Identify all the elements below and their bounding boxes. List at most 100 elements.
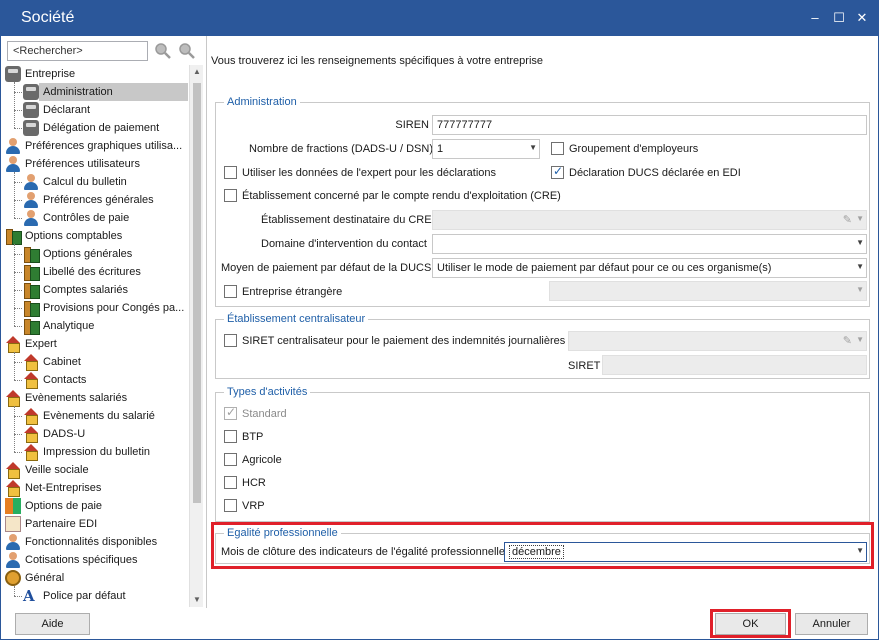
chevron-down-icon: ▼ [856,214,864,223]
house-icon [23,426,39,443]
search-input[interactable]: <Rechercher> [7,41,148,61]
agricole-checkbox[interactable] [224,453,237,466]
tree-item[interactable]: DADS-U [3,425,188,443]
tree-item[interactable]: Déclarant [3,101,188,119]
agricole-label: Agricole [242,454,282,466]
tree-item-label: Options générales [43,248,133,260]
search-next-icon[interactable] [177,41,197,61]
user-icon [23,192,39,208]
tree-item[interactable]: Expert [3,335,188,353]
tree-item-label: Libellé des écritures [43,266,141,278]
scroll-up-icon[interactable]: ▲ [190,65,203,79]
tree-item[interactable]: Options de paie [3,497,188,515]
scroll-down-icon[interactable]: ▼ [190,593,203,607]
tree-scrollbar[interactable]: ▲ ▼ [189,65,203,607]
tree-item[interactable]: Comptes salariés [3,281,188,299]
edit-pencil-icon: ✎ [842,335,852,347]
etrangere-checkbox[interactable] [224,285,237,298]
chevron-down-icon[interactable]: ▼ [529,143,537,152]
gear-icon [5,570,21,586]
siret-central-checkbox[interactable] [224,334,237,347]
tree-item-label: Général [25,572,65,584]
centralisateur-title: Établissement centralisateur [224,313,369,325]
tree-item-label: DADS-U [43,428,86,440]
tree-connector [14,434,22,435]
tree-item[interactable]: Impression du bulletin [3,443,188,461]
expert-label: Utiliser les données de l'expert pour le… [242,167,497,179]
maximize-icon[interactable]: ☐ [830,9,848,27]
cre-checkbox[interactable] [224,189,237,202]
standard-checkbox [224,405,237,420]
tree-item[interactable]: Cabinet [3,353,188,371]
books-icon [23,282,40,299]
chevron-down-icon[interactable]: ▼ [856,238,864,247]
tree-item-label: Calcul du bulletin [43,176,127,188]
tree-connector [14,272,22,273]
tree-connector [14,452,22,453]
siren-input[interactable]: 777777777 [432,115,867,135]
minimize-icon[interactable]: ‒ [806,9,824,27]
options-tree[interactable]: ▲ ▼ Entreprise Administration Déclarant Dél… [3,65,203,607]
tree-item-label: Déclarant [43,104,91,116]
tree-connector [14,92,22,93]
tree-item[interactable]: Préférences graphiques utilisa... [3,137,188,155]
expert-checkbox[interactable] [224,166,237,179]
tree-connector [14,586,15,596]
tree-item[interactable]: Net-Entreprises [3,479,188,497]
tree-item[interactable]: Options générales [3,245,188,263]
siret-central-select: ✎ ▼ [568,331,867,351]
tree-item[interactable]: Administration [23,83,188,101]
tree-item[interactable]: Libellé des écritures [3,263,188,281]
tree-item[interactable]: Analytique [3,317,188,335]
tree-item[interactable]: Evènements du salarié [3,407,188,425]
tree-connector [14,290,22,291]
fractions-select[interactable]: 1 ▼ [432,139,540,159]
mois-label: Mois de clôture des indicateurs de l'éga… [221,546,505,558]
tree-item[interactable]: Options comptables [3,227,188,245]
edi-icon [5,516,21,532]
house-icon [23,354,39,371]
siren-label: SIREN [395,119,429,131]
search-icon[interactable] [153,41,173,61]
btp-checkbox[interactable] [224,430,237,443]
siret-input [602,355,867,375]
tree-item[interactable]: Partenaire EDI [3,515,188,533]
tree-item[interactable]: Préférences utilisateurs [3,155,188,173]
standard-label: Standard [242,408,287,420]
vrp-checkbox[interactable] [224,499,237,512]
tree-connector [14,416,22,417]
groupement-checkbox[interactable] [551,142,564,155]
tree-item[interactable]: Calcul du bulletin [3,173,188,191]
tree-item-label: Contacts [43,374,87,386]
tree-connector [14,128,22,129]
paiement-select[interactable]: Utiliser le mode de paiement par défaut … [432,258,867,278]
tree-item[interactable]: Evènements salariés [3,389,188,407]
mois-select[interactable]: décembre ▼ [504,542,867,562]
scroll-thumb[interactable] [193,83,201,503]
tree-item[interactable]: Délégation de paiement [3,119,188,137]
administration-title: Administration [224,96,300,108]
database-icon [5,66,21,82]
tree-item[interactable]: A Police par défaut [3,587,188,605]
tree-item[interactable]: Veille sociale [3,461,188,479]
ducs-edi-checkbox[interactable] [551,164,564,179]
tree-item[interactable]: Provisions pour Congés pa... [3,299,188,317]
ok-button[interactable]: OK [715,613,786,635]
tree-item[interactable]: Contrôles de paie [3,209,188,227]
domaine-select[interactable]: ▼ [432,234,867,254]
aide-button[interactable]: Aide [15,613,90,635]
tree-item[interactable]: Contacts [3,371,188,389]
tree-item[interactable]: Cotisations spécifiques [3,551,188,569]
chevron-down-icon[interactable]: ▼ [856,546,864,555]
tree-item[interactable]: Général [3,569,188,587]
tree-item[interactable]: Fonctionnalités disponibles [3,533,188,551]
tree-item[interactable]: Entreprise [3,65,188,83]
chevron-down-icon[interactable]: ▼ [856,262,864,271]
hcr-checkbox[interactable] [224,476,237,489]
annuler-button[interactable]: Annuler [795,613,868,635]
close-icon[interactable]: ✕ [853,9,871,27]
tree-connector [14,254,22,255]
house-icon [23,408,39,425]
cre-label: Établissement concerné par le compte ren… [242,190,561,202]
tree-item[interactable]: Préférences générales [3,191,188,209]
